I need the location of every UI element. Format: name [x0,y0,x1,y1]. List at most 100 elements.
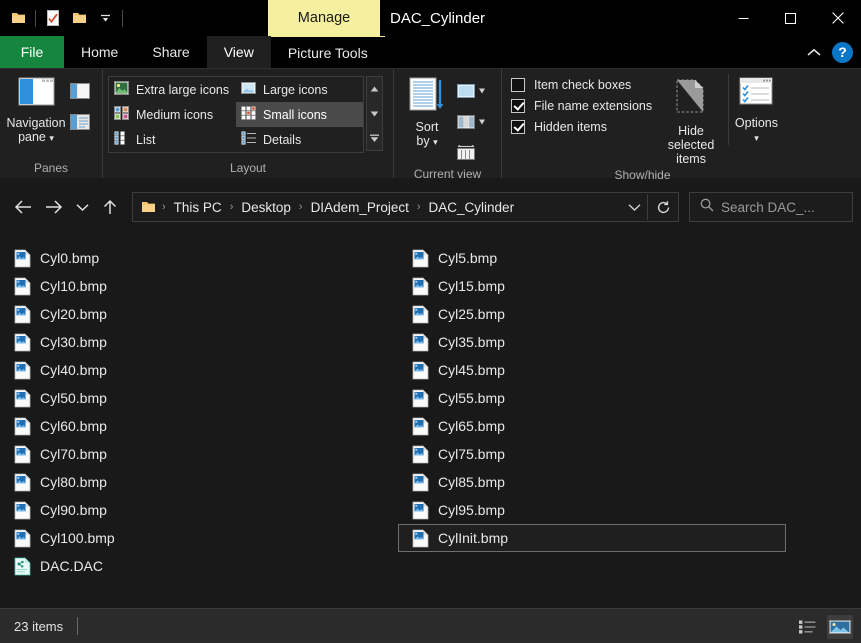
sort-by-button[interactable]: Sort by ▾ [399,74,455,149]
list-item[interactable]: Cyl25.bmp [398,300,786,328]
hide-selected-items-icon [671,77,711,120]
bmp-file-icon [14,529,31,548]
layout-list[interactable]: List [109,127,236,152]
file-name: Cyl75.bmp [438,446,505,462]
forward-button[interactable] [39,192,69,222]
details-view-button[interactable] [795,615,821,639]
customize-qat-dropdown-icon[interactable] [93,5,117,31]
list-item[interactable]: Cyl0.bmp [0,244,388,272]
properties-icon[interactable] [41,5,65,31]
hidden-items-checkbox[interactable] [511,120,525,134]
list-item[interactable]: Cyl70.bmp [0,440,388,468]
list-item[interactable]: Cyl20.bmp [0,300,388,328]
tab-share[interactable]: Share [135,36,206,68]
options-button[interactable]: Options ▾ [727,74,778,145]
list-item[interactable]: Cyl35.bmp [398,328,786,356]
new-folder-icon[interactable] [67,5,91,31]
layout-large-icons[interactable]: Large icons [236,77,363,102]
item-count-label: 23 items [14,618,64,634]
hidden-items-label: Hidden items [534,120,607,134]
help-icon[interactable]: ? [832,41,853,63]
status-bar: 23 items [0,608,861,643]
preview-pane-icon[interactable] [67,79,93,103]
file-name-extensions-row[interactable]: File name extensions [511,99,652,113]
bmp-file-icon [412,361,429,380]
gallery-scroll-down-icon[interactable] [367,102,382,126]
layout-item-label: List [136,132,156,147]
status-bar-separator [77,617,79,635]
bmp-file-icon [14,445,31,464]
maximize-button[interactable] [767,0,814,36]
item-check-boxes-row[interactable]: Item check boxes [511,78,652,92]
file-name-extensions-checkbox[interactable] [511,99,525,113]
breadcrumb-separator[interactable]: › [413,201,425,213]
item-check-boxes-checkbox[interactable] [511,78,525,92]
breadcrumb-diadem-project[interactable]: DIAdem_Project [307,200,413,215]
layout-small-icons[interactable]: Small icons [236,102,363,127]
layout-extra-large-icons[interactable]: Extra large icons [109,77,236,102]
gallery-scroll-up-icon[interactable] [367,77,382,101]
gallery-more-icon[interactable] [367,126,382,150]
breadcrumb-desktop[interactable]: Desktop [237,200,295,215]
hidden-items-row[interactable]: Hidden items [511,120,652,134]
file-name: Cyl55.bmp [438,390,505,406]
search-placeholder: Search DAC_... [721,199,815,215]
bmp-file-icon [412,445,429,464]
add-columns-icon[interactable] [455,79,489,103]
group-by-icon[interactable] [455,110,489,134]
layout-medium-icons[interactable]: Medium icons [109,102,236,127]
list-item[interactable]: Cyl10.bmp [0,272,388,300]
layout-details[interactable]: Details [236,127,363,152]
list-item[interactable]: Cyl75.bmp [398,440,786,468]
breadcrumb-separator[interactable]: › [226,201,238,213]
folder-icon[interactable] [6,5,30,31]
list-item[interactable]: Cyl5.bmp [398,244,786,272]
list-item[interactable]: Cyl40.bmp [0,356,388,384]
list-item[interactable]: Cyl100.bmp [0,524,388,552]
navigation-pane-button[interactable]: Navigation pane ▾ [5,74,67,145]
recent-locations-button[interactable] [70,192,94,222]
breadcrumb-dac-cylinder[interactable]: DAC_Cylinder [425,200,519,215]
ribbon-group-layout-label: Layout [229,161,267,175]
chevron-up-icon[interactable] [801,39,827,65]
breadcrumb[interactable]: › This PC › Desktop › DIAdem_Project › D… [132,192,679,222]
list-item[interactable]: Cyl55.bmp [398,384,786,412]
back-button[interactable] [8,192,38,222]
layout-item-label: Details [263,132,302,147]
list-item[interactable]: Cyl45.bmp [398,356,786,384]
details-pane-icon[interactable] [67,110,93,134]
file-name: Cyl20.bmp [40,306,107,322]
list-item[interactable]: Cyl80.bmp [0,468,388,496]
tab-picture-tools[interactable]: Picture Tools [270,36,385,68]
list-item[interactable]: Cyl50.bmp [0,384,388,412]
list-item[interactable]: Cyl95.bmp [398,496,786,524]
tab-file[interactable]: File [0,36,64,68]
large-icons-view-button[interactable] [827,614,853,639]
tab-view[interactable]: View [206,36,271,68]
refresh-icon[interactable] [648,193,678,221]
close-button[interactable] [814,0,861,36]
list-item[interactable]: Cyl65.bmp [398,412,786,440]
size-all-columns-icon[interactable] [455,141,489,165]
file-list[interactable]: Cyl0.bmp Cyl10.bmp Cyl20.bmp Cyl30.bmp C… [0,236,861,608]
bmp-file-icon [14,389,31,408]
tab-home[interactable]: Home [64,36,135,68]
breadcrumb-separator[interactable]: › [295,201,307,213]
bmp-file-icon [14,305,31,324]
breadcrumb-dropdown-icon[interactable] [621,193,647,221]
list-item[interactable]: Cyl15.bmp [398,272,786,300]
list-item[interactable]: Cyl90.bmp [0,496,388,524]
list-item[interactable]: Cyl85.bmp [398,468,786,496]
list-item[interactable]: Cyl30.bmp [0,328,388,356]
list-item[interactable]: Cyl60.bmp [0,412,388,440]
ribbon-group-layout: Extra large icons Large icons Medium ico… [103,69,394,178]
minimize-button[interactable] [720,0,767,36]
ribbon-group-current-view: Sort by ▾ Current view [394,69,502,181]
list-item-selected[interactable]: CylInit.bmp [398,524,786,552]
breadcrumb-separator[interactable]: › [158,201,170,213]
search-input[interactable]: Search DAC_... [689,192,853,222]
hide-selected-items-button[interactable]: Hide selected items [666,74,716,166]
breadcrumb-this-pc[interactable]: This PC [170,200,226,215]
list-item[interactable]: DAC.DAC [0,552,388,580]
up-button[interactable] [95,192,125,222]
